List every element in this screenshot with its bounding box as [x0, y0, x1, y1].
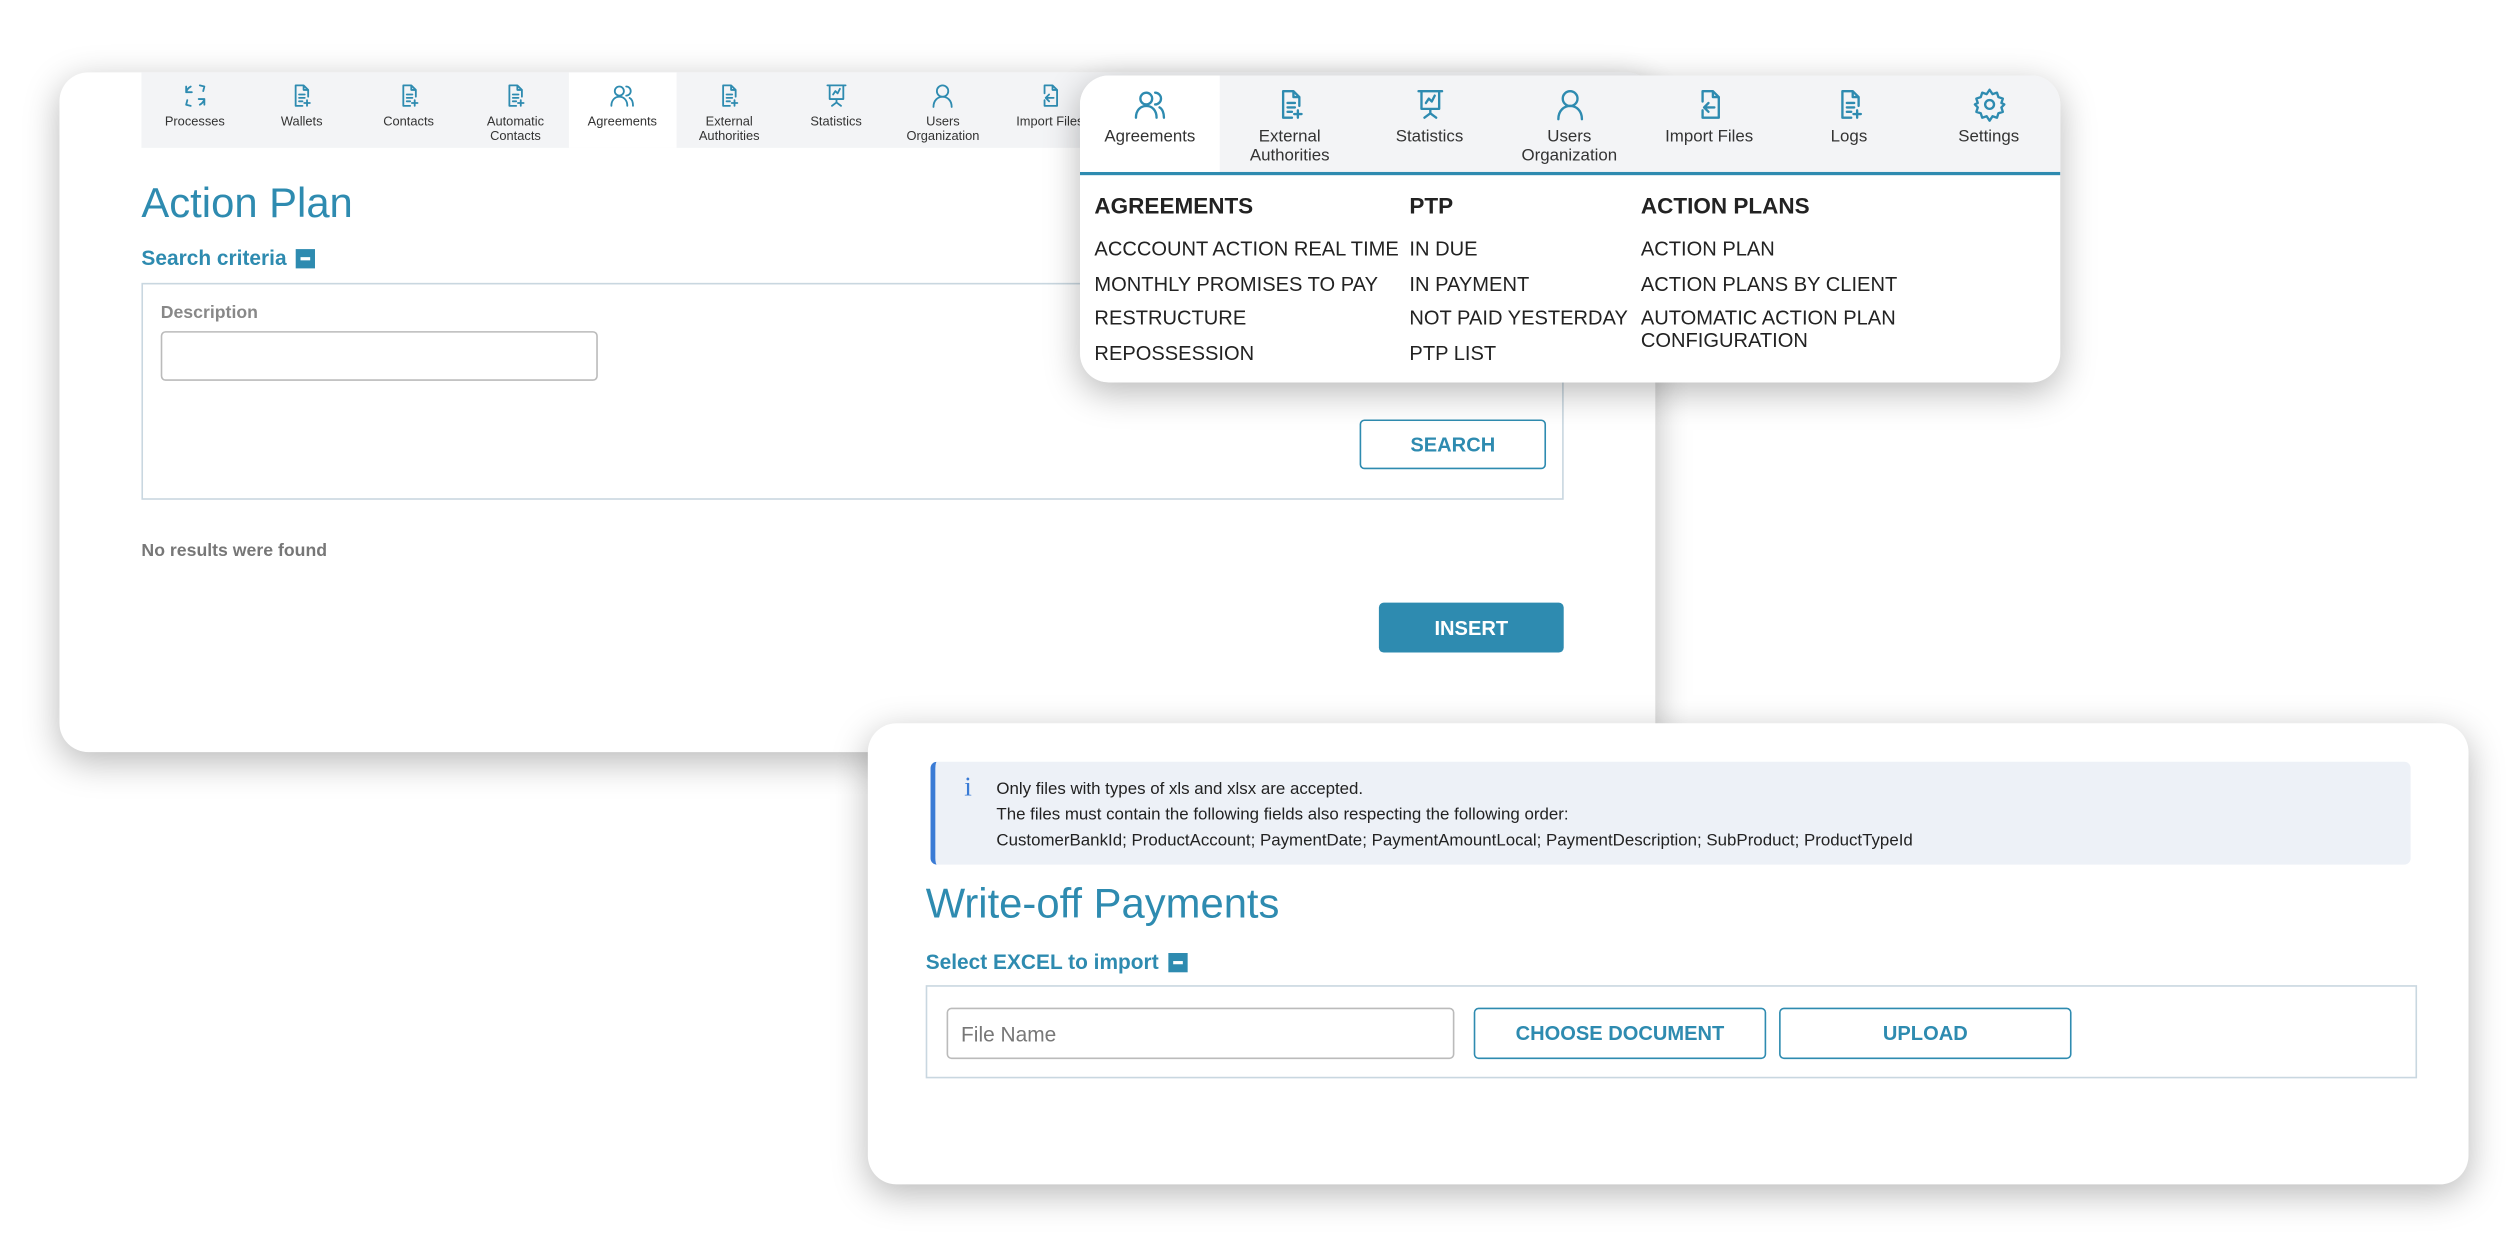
info-line: CustomerBankId; ProductAccount; PaymentD… — [996, 830, 1913, 851]
import-panel: File Name CHOOSE DOCUMENT UPLOAD — [925, 985, 2418, 1079]
nav-item-contacts[interactable]: Contacts — [355, 72, 462, 148]
no-results-text: No results were found — [141, 541, 328, 561]
nav-item-statistics[interactable]: Statistics — [783, 72, 890, 148]
nav-item-logs[interactable]: Logs — [1779, 76, 1919, 172]
file-name-input[interactable]: File Name — [946, 1007, 1455, 1060]
nav-item-agreements[interactable]: Agreements — [568, 72, 676, 148]
insert-button[interactable]: INSERT — [1378, 602, 1564, 653]
menu-link[interactable]: ACTION PLANS BY CLIENT — [1641, 272, 2060, 307]
select-excel-label: Select EXCEL to import — [925, 949, 1159, 974]
menu-link[interactable]: IN PAYMENT — [1409, 272, 1627, 307]
description-input[interactable] — [160, 331, 598, 381]
nav-item-external-authorities[interactable]: External Authorities — [676, 72, 783, 148]
menu-link[interactable]: PTP LIST — [1409, 342, 1627, 377]
search-criteria-label: Search criteria — [141, 245, 287, 270]
nav-item-label: External Authorities — [698, 114, 760, 144]
document-plus-icon — [395, 82, 422, 109]
menu-link[interactable]: RESTRUCTURE — [1094, 307, 1398, 342]
user-icon — [929, 82, 956, 109]
nav-item-settings[interactable]: Settings — [1919, 76, 2059, 172]
nav-item-label: External Authorities — [1249, 126, 1330, 166]
nav-item-label: Automatic Contacts — [486, 114, 545, 144]
nav-item-label: Processes — [164, 114, 225, 129]
collapse-icon[interactable] — [296, 248, 316, 268]
nav-item-label: Import Files — [1016, 114, 1084, 129]
menu-link[interactable]: ACTION PLAN — [1641, 238, 2060, 273]
page-title: Action Plan — [141, 178, 353, 227]
nav-item-label: Settings — [1958, 126, 2020, 147]
page-title: Write-off Payments — [925, 879, 1280, 928]
sync-icon — [181, 82, 208, 109]
user-icon — [1552, 87, 1587, 122]
info-icon: i — [964, 771, 972, 802]
nav-item-label: Statistics — [810, 114, 862, 129]
menu-link[interactable]: MONTHLY PROMISES TO PAY — [1094, 272, 1398, 307]
nav-item-label: Statistics — [1395, 126, 1464, 147]
collapse-icon[interactable] — [1168, 952, 1188, 972]
nav-item-label: Users Organization — [1521, 126, 1618, 166]
presentation-icon — [822, 82, 849, 109]
search-criteria-toggle[interactable]: Search criteria — [141, 245, 316, 270]
menu-link[interactable]: REPOSSESSION — [1094, 342, 1398, 377]
nav-item-processes[interactable]: Processes — [141, 72, 248, 148]
nav-item-label: Users Organization — [906, 114, 980, 144]
file-import-icon — [1036, 82, 1063, 109]
users-icon — [1132, 87, 1167, 122]
write-off-window: i Only files with types of xls and xlsx … — [867, 723, 2469, 1185]
gear-icon — [1971, 87, 2006, 122]
document-plus-icon — [502, 82, 529, 109]
agreements-mega-menu: Agreements External Authorities Statistics… — [1079, 75, 2061, 383]
menu-link[interactable]: IN DUE — [1409, 238, 1627, 273]
nav-item-wallets[interactable]: Wallets — [248, 72, 355, 148]
menu-column-action-plans: ACTION PLANS ACTION PLAN ACTION PLANS BY C… — [1640, 192, 2060, 352]
info-line: The files must contain the following fie… — [996, 805, 1569, 825]
menu-link[interactable]: AUTOMATIC ACTION PLAN CONFIGURATION — [1641, 307, 2060, 352]
nav-item-label: Agreements — [587, 114, 658, 129]
nav-item-label: Agreements — [1104, 126, 1196, 147]
file-import-icon — [1691, 87, 1726, 122]
nav-item-statistics[interactable]: Statistics — [1360, 76, 1500, 172]
nav-item-label: Wallets — [280, 114, 323, 129]
nav-item-import-files[interactable]: Import Files — [1639, 76, 1779, 172]
nav-item-external-authorities[interactable]: External Authorities — [1220, 76, 1360, 172]
presentation-icon — [1412, 87, 1447, 122]
description-label: Description — [160, 303, 258, 324]
search-button[interactable]: SEARCH — [1359, 419, 1547, 470]
nav-item-label: Import Files — [1665, 126, 1754, 147]
menu-column-heading: PTP — [1409, 192, 1454, 219]
document-plus-icon — [288, 82, 315, 109]
menu-tabs: Agreements External Authorities Statistics… — [1079, 75, 2061, 176]
nav-item-agreements[interactable]: Agreements — [1079, 75, 1220, 172]
select-excel-toggle[interactable]: Select EXCEL to import — [926, 950, 1188, 974]
document-plus-icon — [1831, 87, 1866, 122]
nav-item-users-organization[interactable]: Users Organization — [1499, 76, 1639, 172]
menu-column-ptp: PTP IN DUE IN PAYMENT NOT PAID YESTERDAY PTP… — [1409, 193, 1627, 376]
menu-column-heading: AGREEMENTS — [1094, 192, 1254, 219]
info-box: i Only files with types of xls and xlsx … — [930, 761, 2411, 865]
menu-column-heading: ACTION PLANS — [1640, 192, 1810, 219]
upload-button[interactable]: UPLOAD — [1779, 1007, 2072, 1060]
menu-column-agreements: AGREEMENTS ACCCOUNT ACTION REAL TIME MONTH… — [1094, 193, 1398, 376]
document-plus-icon — [716, 82, 743, 109]
nav-item-label: Logs — [1830, 126, 1868, 147]
nav-item-automatic-contacts[interactable]: Automatic Contacts — [462, 72, 569, 148]
info-line: Only files with types of xls and xlsx ar… — [996, 779, 1364, 799]
document-plus-icon — [1272, 87, 1307, 122]
users-icon — [609, 82, 636, 109]
menu-link[interactable]: ACCCOUNT ACTION REAL TIME — [1094, 238, 1398, 273]
choose-document-button[interactable]: CHOOSE DOCUMENT — [1473, 1007, 1767, 1060]
nav-item-label: Contacts — [383, 114, 434, 129]
nav-item-users-organization[interactable]: Users Organization — [890, 72, 997, 148]
menu-link[interactable]: NOT PAID YESTERDAY — [1409, 307, 1627, 342]
